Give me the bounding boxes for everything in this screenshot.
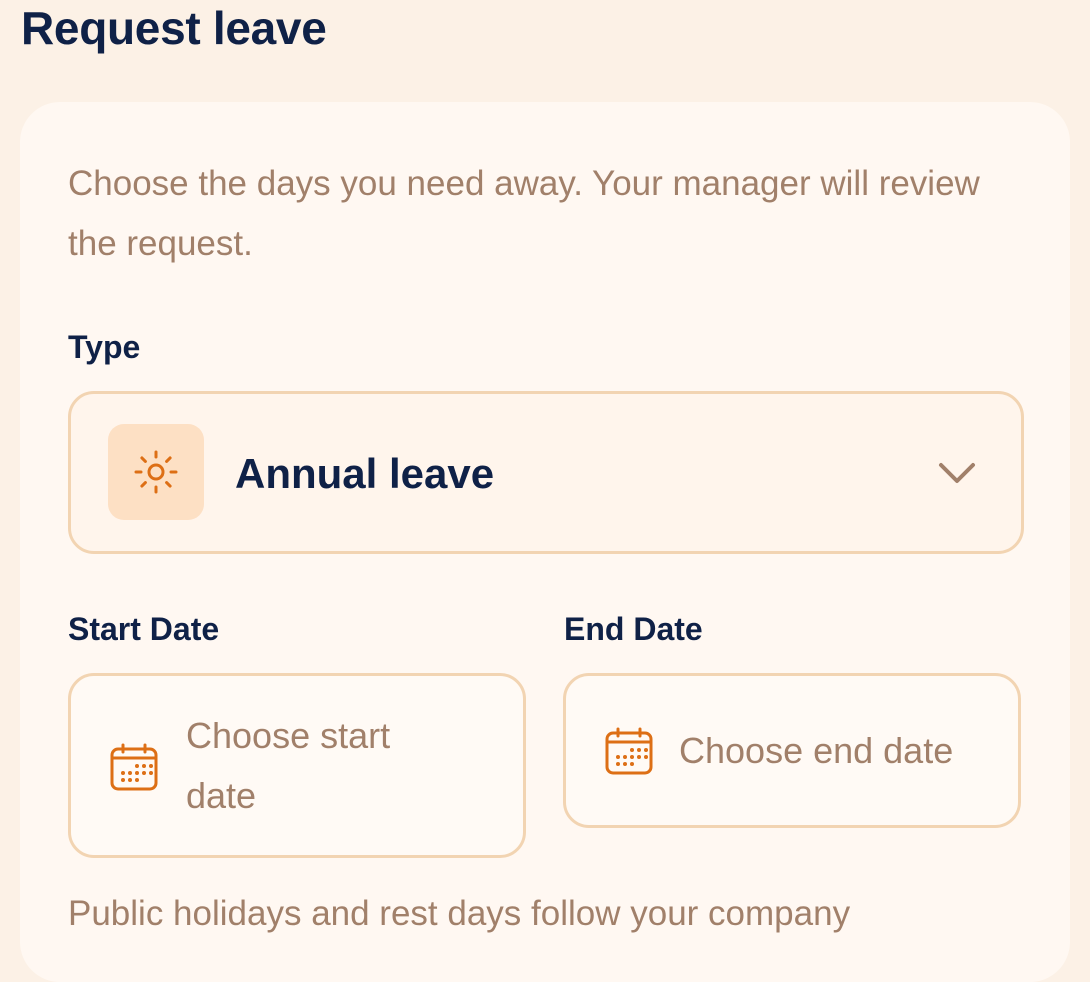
intro-text: Choose the days you need away. Your mana…	[68, 164, 980, 263]
leave-request-card: Choose the days you need away. Your mana…	[20, 102, 1070, 982]
end-date-label: End Date	[564, 611, 703, 647]
chevron-down-icon	[939, 463, 975, 483]
page-title: Request leave	[21, 2, 327, 54]
sun-icon	[108, 424, 204, 520]
start-date-label: Start Date	[68, 611, 220, 647]
leave-type-select[interactable]: Annual leave	[68, 391, 1024, 554]
leave-type-value: Annual leave	[235, 450, 495, 497]
end-date-field[interactable]: Choose end date	[563, 673, 1021, 828]
calendar-icon	[110, 743, 158, 791]
calendar-icon	[605, 727, 653, 775]
start-date-field[interactable]: Choose start date	[68, 673, 526, 858]
start-date-placeholder: Choose start date	[186, 715, 391, 816]
footnote-text: Public holidays and rest days follow you…	[68, 894, 851, 933]
type-label: Type	[68, 329, 141, 365]
end-date-placeholder: Choose end date	[679, 730, 954, 771]
